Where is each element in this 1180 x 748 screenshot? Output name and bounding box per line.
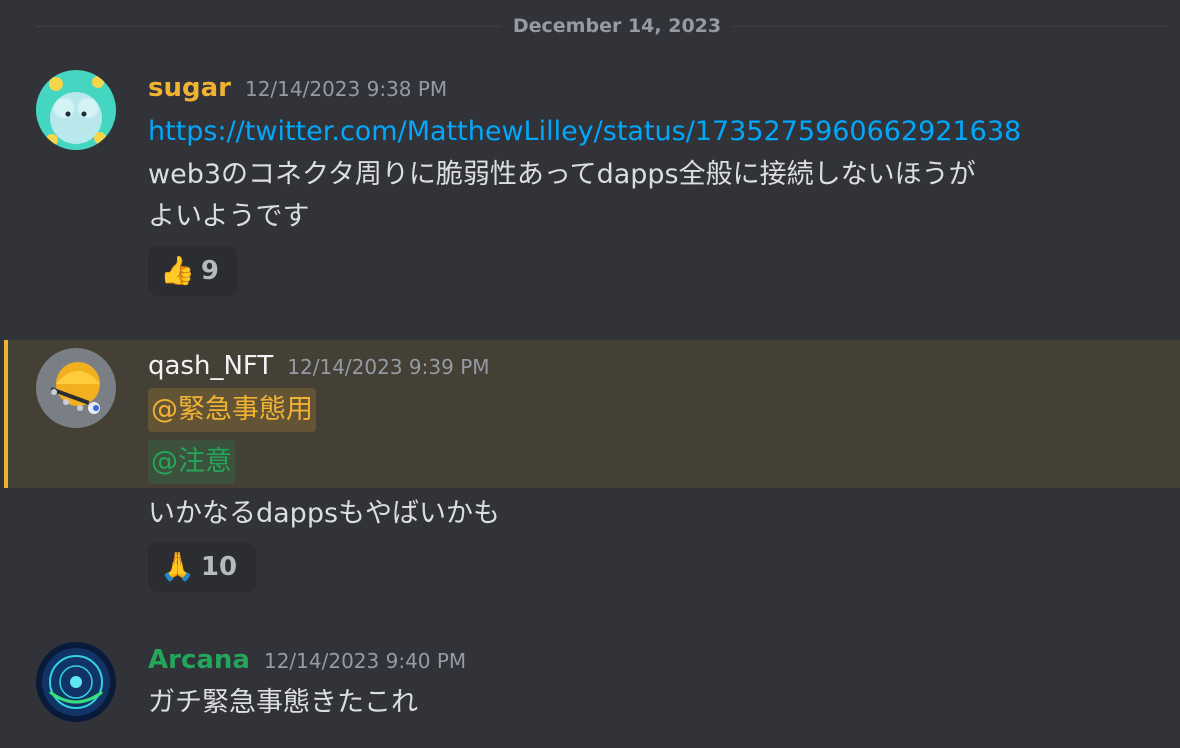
message-header: Arcana 12/14/2023 9:40 PM xyxy=(148,644,466,677)
reaction-thumbs-up[interactable]: 👍 9 xyxy=(148,246,238,296)
role-mention-caution[interactable]: @注意 xyxy=(148,440,235,484)
divider-line xyxy=(733,26,1168,27)
username[interactable]: sugar xyxy=(148,73,231,103)
message-header: qash_NFT 12/14/2023 9:39 PM xyxy=(148,350,490,383)
avatar[interactable] xyxy=(36,642,116,722)
message-text: ガチ緊急事態きたこれ xyxy=(148,687,418,718)
divider-line xyxy=(36,26,501,27)
avatar[interactable] xyxy=(36,70,116,150)
message-text: よいようです xyxy=(148,201,310,232)
reaction-count: 9 xyxy=(200,256,219,286)
timestamp: 12/14/2023 9:38 PM xyxy=(244,77,448,101)
message-link-line: https://twitter.com/MatthewLilley/status… xyxy=(148,111,1021,153)
avatar[interactable] xyxy=(36,348,116,428)
message-text: いかなるdappsもやばいかも xyxy=(148,498,501,529)
mystic-circle-avatar xyxy=(36,642,116,722)
role-mention-emergency[interactable]: @緊急事態用 xyxy=(148,388,316,432)
username[interactable]: qash_NFT xyxy=(148,351,273,381)
message-header: sugar 12/14/2023 9:38 PM xyxy=(148,72,447,105)
thumbs-up-icon: 👍 xyxy=(160,254,195,287)
timestamp: 12/14/2023 9:40 PM xyxy=(263,649,467,673)
username[interactable]: Arcana xyxy=(148,645,250,675)
reaction-count: 10 xyxy=(200,552,238,582)
chat-messages: December 14, 2023 sugar 12/14/2023 9:38 P… xyxy=(0,0,1180,748)
helmet-robot-avatar xyxy=(36,348,116,428)
date-divider-label: December 14, 2023 xyxy=(512,15,722,37)
tweet-link[interactable]: https://twitter.com/MatthewLilley/status… xyxy=(148,116,1021,147)
timestamp: 12/14/2023 9:39 PM xyxy=(287,355,490,379)
pray-icon: 🙏 xyxy=(160,550,195,583)
reaction-pray[interactable]: 🙏 10 xyxy=(148,542,256,592)
message-text: web3のコネクタ周りに脆弱性あってdapps全般に接続しないほうが xyxy=(148,159,976,190)
fluffy-creature-avatar xyxy=(36,70,116,150)
